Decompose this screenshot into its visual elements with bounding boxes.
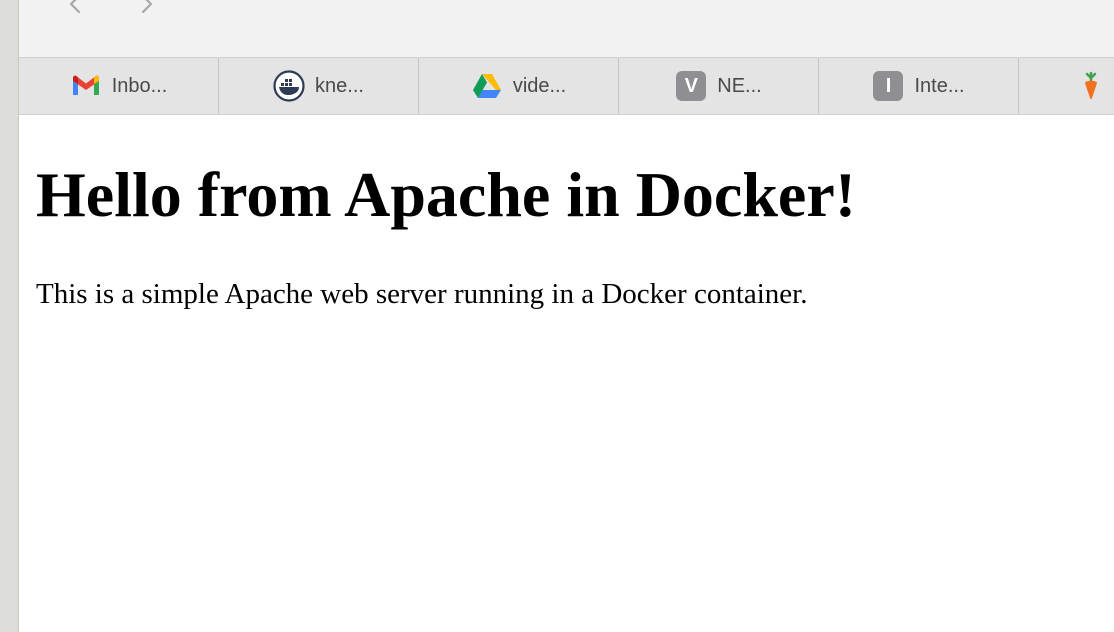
- tab-label: Inbo...: [111, 74, 168, 97]
- tab-gmail[interactable]: Inbo...: [19, 58, 219, 114]
- tab-label: Inte...: [914, 74, 965, 97]
- gmail-icon: [70, 70, 102, 102]
- carrot-icon: [1075, 70, 1107, 102]
- letter-v-icon: V: [675, 70, 707, 102]
- tab-label: NE...: [717, 74, 762, 97]
- letter-i-icon: I: [872, 70, 904, 102]
- tab-docker[interactable]: kne...: [219, 58, 419, 114]
- tab-google-drive[interactable]: vide...: [419, 58, 619, 114]
- chevron-left-icon: [69, 0, 81, 14]
- forward-button[interactable]: [135, 0, 159, 16]
- window-left-edge: [0, 0, 19, 632]
- tab-badge: I: [873, 71, 904, 101]
- back-button[interactable]: [63, 0, 87, 16]
- tab-badge: V: [676, 71, 707, 101]
- tab-i[interactable]: I Inte...: [819, 58, 1019, 114]
- chevron-right-icon: [141, 0, 153, 14]
- google-drive-icon: [471, 70, 503, 102]
- tab-carrot[interactable]: [1019, 58, 1114, 114]
- browser-toolbar: [19, 0, 1114, 58]
- page-content: Hello from Apache in Docker! This is a s…: [36, 115, 1106, 311]
- page-heading: Hello from Apache in Docker!: [36, 159, 857, 230]
- tab-v[interactable]: V NE...: [619, 58, 819, 114]
- tab-bar: Inbo... kne... vide... V NE... I Inte...: [19, 58, 1114, 115]
- page-paragraph: This is a simple Apache web server runni…: [36, 278, 808, 310]
- docker-icon: [273, 70, 305, 102]
- tab-label: kne...: [315, 74, 364, 97]
- tab-label: vide...: [512, 74, 567, 97]
